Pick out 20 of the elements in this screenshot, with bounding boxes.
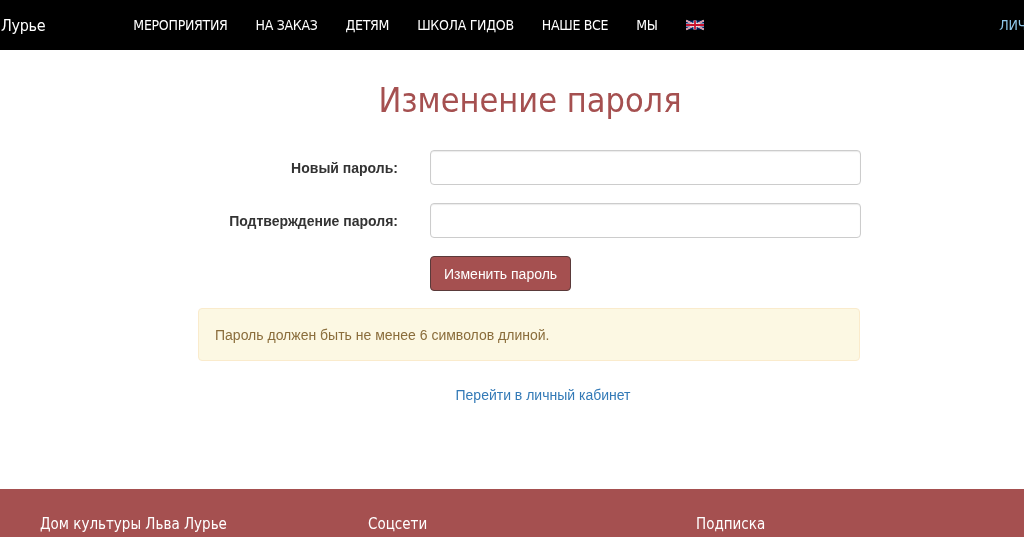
field-label: Новый пароль: <box>290 159 398 176</box>
nav-link[interactable]: ШКОЛА ГИДОВ <box>417 17 514 33</box>
footer-heading: Подписка <box>696 515 767 535</box>
nav-link[interactable]: НАШЕ ВСЕ <box>541 17 609 33</box>
password-field[interactable] <box>430 203 861 238</box>
account-link[interactable]: ЛИЧ <box>999 17 1024 33</box>
nav-link[interactable]: МЫ <box>636 17 658 33</box>
nav-link[interactable]: ДЕТЯМ <box>345 17 390 33</box>
footer-heading: Соцсети <box>368 515 429 535</box>
password-field[interactable] <box>430 150 861 185</box>
flag-icon[interactable] <box>685 19 704 31</box>
change-password-button[interactable]: Изменить пароль <box>430 256 572 291</box>
footer-heading: Дом культуры Льва Лурье <box>40 515 228 535</box>
nav-link[interactable]: МЕРОПРИЯТИЯ <box>133 17 228 33</box>
page-title: Изменение пароля <box>377 80 683 120</box>
site-logo[interactable]: Лурье <box>1 15 46 35</box>
cabinet-link[interactable]: Перейти в личный кабинет <box>455 387 631 403</box>
nav-link[interactable]: НА ЗАКАЗ <box>255 17 318 33</box>
warning-alert: Пароль должен быть не менее 6 символов длиной. <box>198 308 860 361</box>
field-label: Подтверждение пароля: <box>228 212 398 229</box>
